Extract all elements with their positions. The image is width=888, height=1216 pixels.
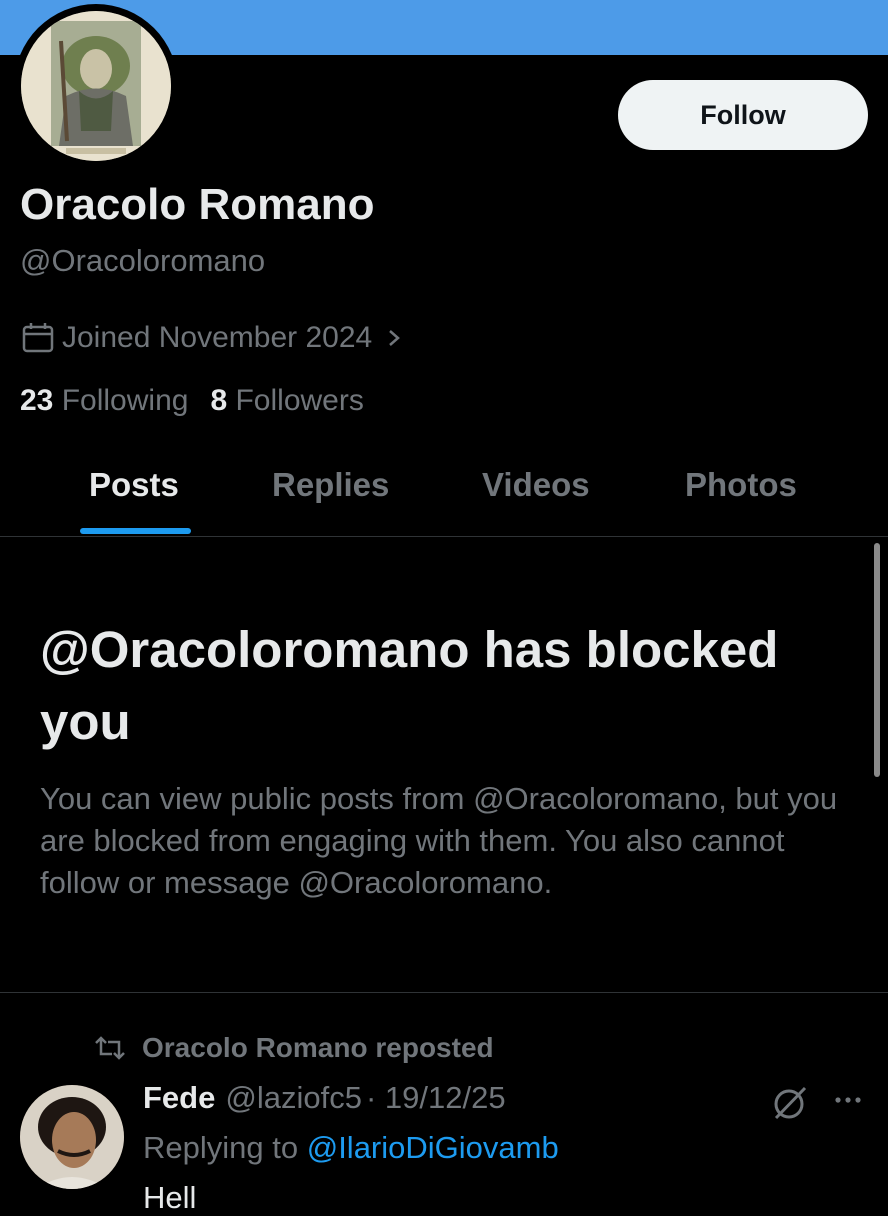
follow-button[interactable]: Follow [618,80,868,150]
calendar-icon [20,321,56,355]
divider [0,992,888,993]
blocked-description: You can view public posts from @Oracolor… [40,781,838,900]
profile-tabs: Posts Replies Videos Photos [0,450,888,537]
repost-indicator[interactable]: Oracolo Romano reposted [92,1032,494,1064]
grok-icon[interactable] [770,1083,810,1123]
chevron-right-icon [384,324,404,352]
post-text: Hell [143,1180,197,1215]
profile-avatar[interactable] [14,4,178,168]
post-date[interactable]: · 19/12/25 [366,1080,506,1116]
post-author-name[interactable]: Fede [143,1080,215,1116]
post-author-avatar[interactable] [20,1085,124,1189]
joined-date-row[interactable]: Joined November 2024 [20,318,404,358]
active-tab-indicator [80,528,191,534]
follow-stats: 23 Following 8 Followers [20,384,364,418]
display-name: Oracolo Romano [20,180,375,229]
repost-icon [92,1034,128,1062]
tab-replies[interactable]: Replies [272,466,389,504]
tab-videos[interactable]: Videos [482,466,590,504]
more-icon[interactable] [830,1090,866,1110]
following-link[interactable]: 23 Following [20,384,188,418]
post-header: Fede @laziofc5 · 19/12/25 [143,1080,506,1116]
followers-link[interactable]: 8 Followers [210,384,363,418]
post-author-handle[interactable]: @laziofc5 [225,1080,362,1116]
replying-to: Replying to @IlarioDiGiovamb [143,1130,559,1165]
tab-photos[interactable]: Photos [685,466,797,504]
avatar-image [21,11,171,161]
scrollbar[interactable] [874,543,880,777]
profile-handle: @Oracoloromano [20,243,266,278]
repost-label: Oracolo Romano reposted [142,1032,494,1063]
joined-date-text: Joined November 2024 [62,321,373,354]
replying-to-handle[interactable]: @IlarioDiGiovamb [307,1130,559,1165]
tab-posts[interactable]: Posts [89,466,179,504]
post-avatar-image [20,1085,124,1189]
blocked-title: @Oracoloromano has blocked you [40,621,779,750]
